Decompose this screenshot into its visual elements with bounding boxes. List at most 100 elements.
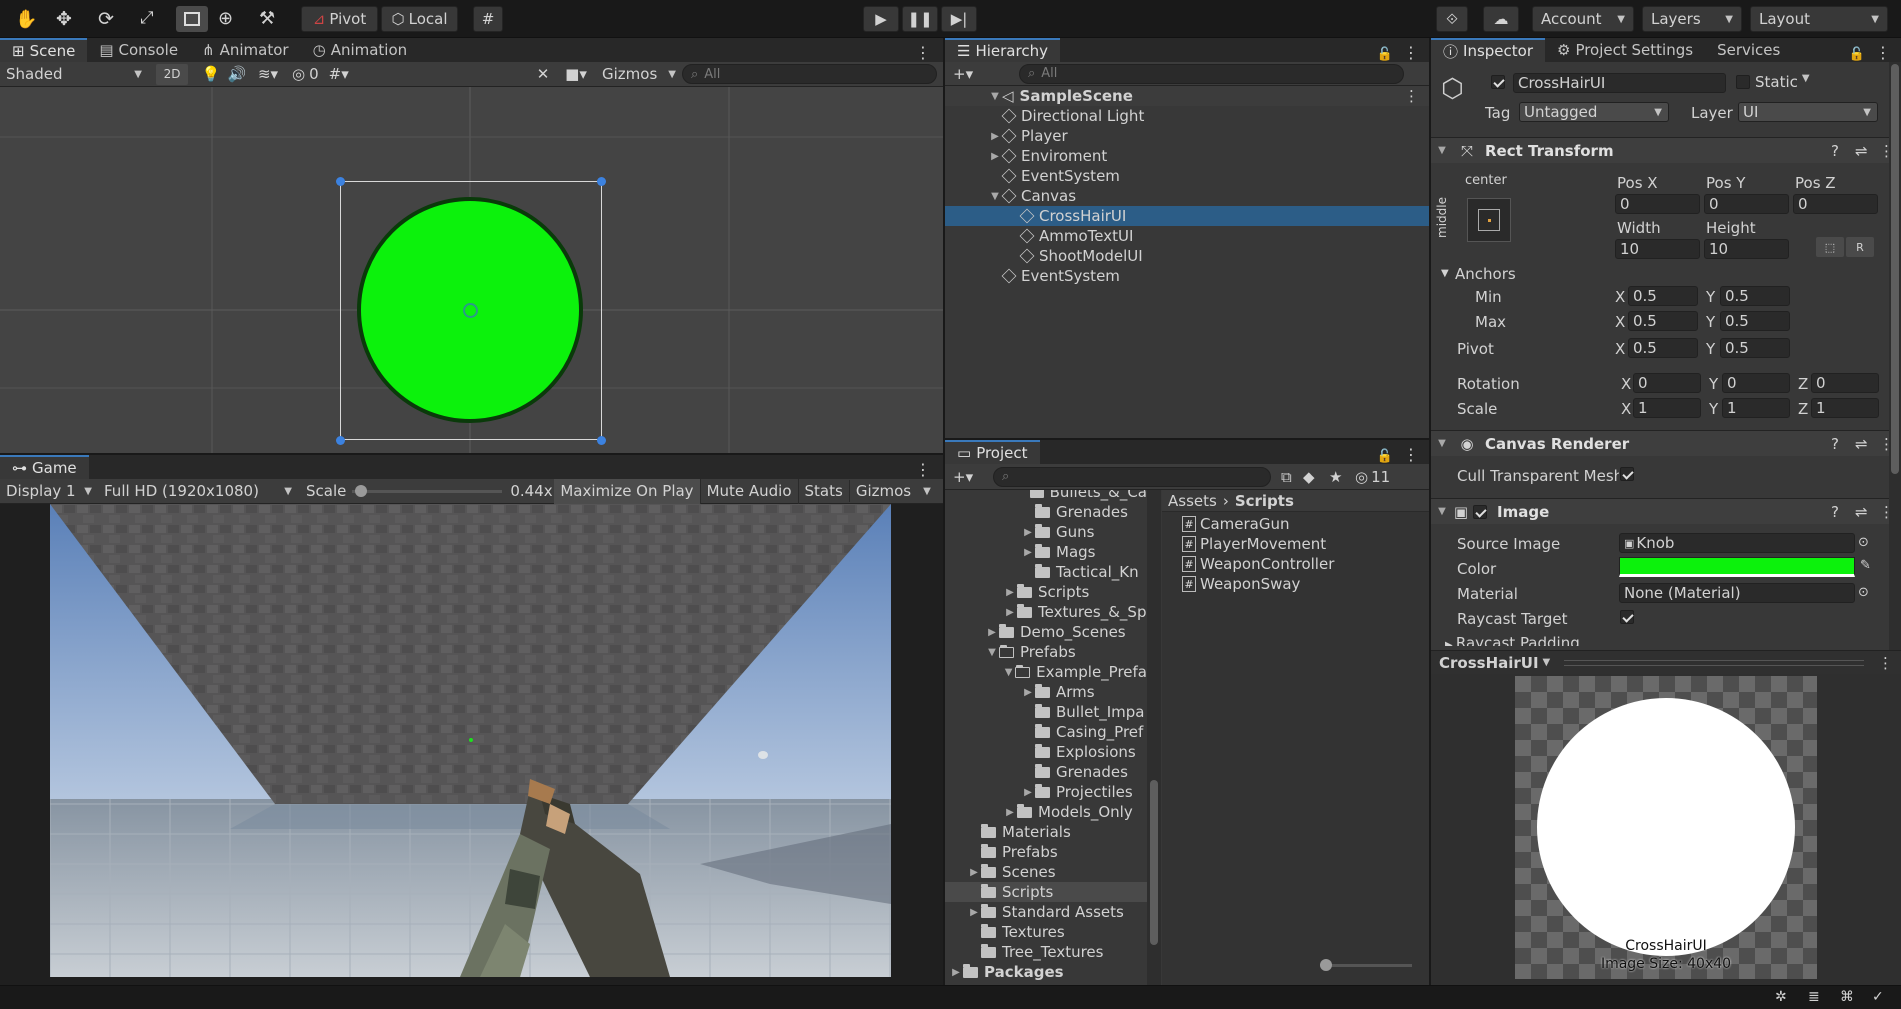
rect-transform-header[interactable]: ▼ ⤧ Rect Transform ? ⇌ ⋮ [1431, 137, 1901, 163]
tab-hierarchy[interactable]: ☰ Hierarchy [945, 38, 1060, 62]
anchors-arrow-icon[interactable]: ▼ [1441, 268, 1449, 279]
expand-arrow-icon[interactable]: ▶ [967, 867, 981, 878]
create-asset-button[interactable]: +▾ [945, 468, 985, 486]
scene-more-icon[interactable]: ⋮ [1404, 87, 1429, 105]
project-folder-item[interactable]: Casing_Pref [945, 722, 1147, 742]
static-checkbox[interactable] [1736, 75, 1750, 93]
height-field[interactable]: 10 [1704, 239, 1789, 259]
layers-dropdown[interactable]: Layers ▼ [1642, 6, 1742, 32]
anchor-presets-button[interactable] [1467, 198, 1511, 242]
more-menu-icon[interactable]: ⋮ [1403, 445, 1429, 464]
account-dropdown[interactable]: Account ▼ [1532, 6, 1634, 32]
project-folder-item[interactable]: ▼ Prefabs [945, 642, 1147, 662]
script-file-item[interactable]: # WeaponController [1162, 554, 1429, 574]
debug-icon[interactable]: ✲ [1775, 989, 1787, 1005]
project-folder-item[interactable]: Explosions [945, 742, 1147, 762]
preset-icon[interactable]: ⇌ [1855, 435, 1879, 453]
scene-search-input[interactable]: ⌕ All [682, 64, 937, 84]
raycast-target-checkbox[interactable] [1620, 610, 1634, 628]
custom-tool-icon[interactable]: ⚒ [259, 8, 275, 29]
anchor-max-x-field[interactable]: 0.5 [1628, 311, 1698, 331]
pivot-x-field[interactable]: 0.5 [1628, 338, 1698, 358]
rect-handle-top-right[interactable] [597, 177, 606, 186]
database-icon[interactable]: ≣ [1808, 989, 1820, 1005]
more-menu-icon[interactable]: ⋮ [1878, 654, 1901, 672]
project-folder-item[interactable]: ▼ Example_Prefa [945, 662, 1147, 682]
pivot-toggle[interactable]: ⊿ Pivot [301, 6, 378, 32]
scale-slider-thumb[interactable] [355, 485, 368, 497]
lock-icon[interactable]: 🔓 [1849, 47, 1875, 62]
scrollbar-thumb[interactable] [1150, 780, 1158, 945]
audio-icon[interactable]: 🔊 [224, 65, 250, 83]
transform-tool-icon[interactable]: ⊕ [218, 8, 233, 29]
rotation-x-field[interactable]: 0 [1633, 373, 1701, 393]
hierarchy-item[interactable]: ShootModelUI [945, 246, 1429, 266]
folder-tree-scrollbar[interactable] [1147, 490, 1161, 985]
hidden-objects-toggle[interactable]: ◎ 0 [292, 65, 319, 83]
expand-arrow-icon[interactable]: ▶ [985, 627, 999, 638]
raw-edit-button[interactable]: R [1846, 237, 1874, 257]
expand-arrow-icon[interactable]: ▶ [1021, 787, 1035, 798]
image-enabled-checkbox[interactable] [1473, 504, 1487, 519]
color-swatch[interactable] [1619, 557, 1855, 577]
effects-icon[interactable]: ≋▾ [250, 65, 286, 83]
lock-icon[interactable]: 🔓 [1377, 47, 1403, 62]
grid-toggle[interactable]: #▾ [329, 65, 369, 83]
project-folder-item[interactable]: Bullet_Impa [945, 702, 1147, 722]
pos-z-field[interactable]: 0 [1793, 194, 1878, 214]
project-folder-item[interactable]: ▶ Demo_Scenes [945, 622, 1147, 642]
tools-icon[interactable]: ✕ [530, 65, 556, 83]
scale-slider[interactable] [352, 481, 503, 501]
tab-scene[interactable]: ⊞ Scene [0, 38, 88, 62]
mute-audio-toggle[interactable]: Mute Audio [699, 478, 798, 504]
2d-toggle[interactable]: 2D [156, 63, 188, 85]
anchor-max-y-field[interactable]: 0.5 [1720, 311, 1790, 331]
game-render[interactable] [50, 504, 891, 977]
rotation-y-field[interactable]: 0 [1722, 373, 1790, 393]
tab-project[interactable]: ▭ Project [945, 440, 1040, 464]
breadcrumb-root[interactable]: Assets [1168, 492, 1217, 510]
project-search-input[interactable]: ⌕ [993, 466, 1271, 487]
expand-arrow-icon[interactable]: ▶ [1021, 547, 1035, 558]
project-folder-item[interactable]: ▶ Standard Assets [945, 902, 1147, 922]
project-folder-item[interactable]: Tactical_Kn [945, 562, 1147, 582]
project-folder-item[interactable]: Grenades [945, 762, 1147, 782]
project-folder-item[interactable]: ▶ Scenes [945, 862, 1147, 882]
project-folder-item[interactable]: ▶ Textures_&_Sp [945, 602, 1147, 622]
shading-dropdown[interactable]: Shaded ▼ [0, 63, 148, 85]
project-folder-item[interactable]: Tree_Textures [945, 942, 1147, 962]
hierarchy-item[interactable]: EventSystem [945, 266, 1429, 286]
hierarchy-item[interactable]: ▶ Player [945, 126, 1429, 146]
project-folder-item[interactable]: ▶ Arms [945, 682, 1147, 702]
rotation-z-field[interactable]: 0 [1811, 373, 1879, 393]
project-folder-item[interactable]: Prefabs [945, 842, 1147, 862]
hierarchy-item[interactable]: ▶ Enviroment [945, 146, 1429, 166]
raycast-padding-row[interactable]: ▶ Raycast Padding [1445, 634, 1580, 646]
play-button[interactable]: ▶ [863, 6, 899, 32]
project-folder-item[interactable]: Textures [945, 922, 1147, 942]
layout-dropdown[interactable]: Layout ▼ [1750, 6, 1888, 32]
pos-x-field[interactable]: 0 [1615, 194, 1700, 214]
preview-header[interactable]: CrossHairUI ▼ ⋮ [1431, 650, 1901, 674]
material-field[interactable]: None (Material) [1619, 583, 1855, 603]
hand-tool-icon[interactable]: ✋ [15, 9, 37, 30]
more-menu-icon[interactable]: ⋮ [1403, 43, 1429, 62]
favorite-icon[interactable]: ★ [1329, 468, 1355, 486]
help-icon[interactable]: ? [1831, 503, 1855, 521]
project-folder-item[interactable]: Materials [945, 822, 1147, 842]
tab-animation[interactable]: ◷ Animation [301, 38, 420, 62]
checkmark-icon[interactable]: ✓ [1872, 989, 1884, 1005]
static-dropdown[interactable]: Static ▼ [1755, 73, 1810, 91]
scene-viewport[interactable] [0, 87, 943, 453]
tab-game[interactable]: ⊶ Game [0, 455, 89, 479]
width-field[interactable]: 10 [1615, 239, 1700, 259]
pause-button[interactable]: ❚❚ [902, 6, 938, 32]
expand-arrow-icon[interactable]: ▶ [949, 967, 963, 978]
step-button[interactable]: ▶| [941, 6, 977, 32]
image-header[interactable]: ▼ ▣ Image ? ⇌ ⋮ [1431, 498, 1901, 524]
project-folder-item[interactable]: Scripts [945, 882, 1147, 902]
help-icon[interactable]: ? [1831, 142, 1855, 160]
canvas-renderer-header[interactable]: ▼ ◉ Canvas Renderer ? ⇌ ⋮ [1431, 430, 1901, 456]
tab-inspector[interactable]: ⓘ Inspector [1431, 38, 1545, 62]
project-folder-item[interactable]: ▶ Models_Only [945, 802, 1147, 822]
